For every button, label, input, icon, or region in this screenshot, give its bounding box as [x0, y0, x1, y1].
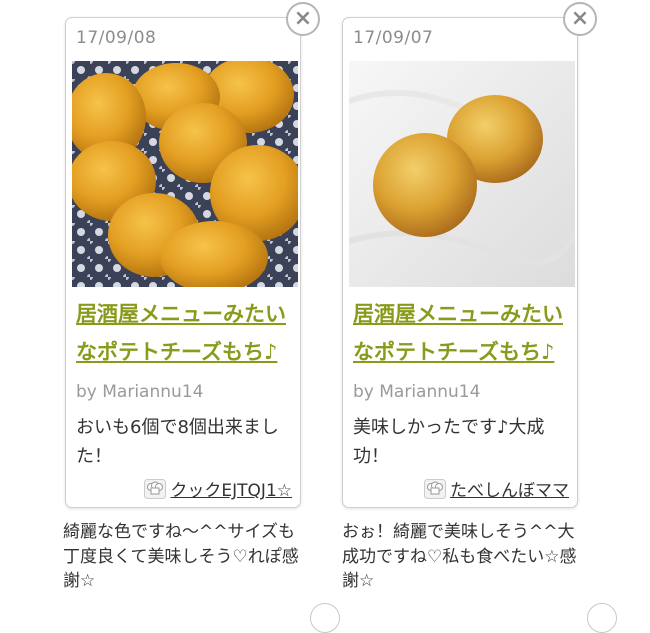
recipe-title-block: 居酒屋メニューみたいなポテトチーズもち♪ by Mariannu14 — [76, 295, 294, 411]
close-button[interactable]: × — [286, 2, 320, 36]
tsukurepo-card: × 17/09/07 居酒屋メニューみたいなポテトチーズもち♪ by Maria… — [342, 2, 597, 508]
chef-hat-icon — [144, 478, 167, 499]
report-author[interactable]: クックEJTQJ1☆ — [144, 476, 292, 501]
close-button[interactable]: × — [563, 2, 597, 36]
recipe-byline: by Mariannu14 — [353, 382, 481, 402]
next-card-close-icon[interactable] — [310, 603, 340, 633]
report-photo[interactable] — [349, 61, 575, 287]
recipe-title-link[interactable]: 居酒屋メニューみたいなポテトチーズもち♪ — [353, 302, 563, 364]
author-name-link[interactable]: たべしんぼママ — [450, 476, 569, 501]
report-comment: 美味しかったです♪大成功！ — [353, 417, 545, 467]
author-name-link[interactable]: クックEJTQJ1☆ — [170, 476, 292, 501]
report-date: 17/09/07 — [353, 28, 434, 48]
author-reply: おぉ！綺麗で美味しそう^^大成功ですね♡私も食べたい☆感謝☆ — [342, 522, 577, 591]
recipe-title-block: 居酒屋メニューみたいなポテトチーズもち♪ by Mariannu14 — [353, 295, 571, 411]
report-author[interactable]: たべしんぼママ — [424, 476, 569, 501]
close-x-icon: × — [293, 6, 313, 31]
report-date: 17/09/08 — [76, 28, 157, 48]
close-x-icon: × — [570, 6, 590, 31]
recipe-byline: by Mariannu14 — [76, 382, 204, 402]
chef-hat-icon — [424, 478, 446, 499]
author-reply: 綺麗な色ですね〜^^サイズも丁度良くて美味しそう♡れぽ感謝☆ — [63, 522, 299, 591]
tsukurepo-card: × 17/09/08 居酒屋メニューみたいなポテトチーズもち♪ by Maria… — [65, 2, 320, 508]
recipe-title-link[interactable]: 居酒屋メニューみたいなポテトチーズもち♪ — [76, 302, 286, 364]
next-card-close-icon[interactable] — [587, 603, 617, 633]
report-comment: おいも6個で8個出来ました！ — [76, 417, 279, 467]
report-photo[interactable] — [72, 61, 298, 287]
